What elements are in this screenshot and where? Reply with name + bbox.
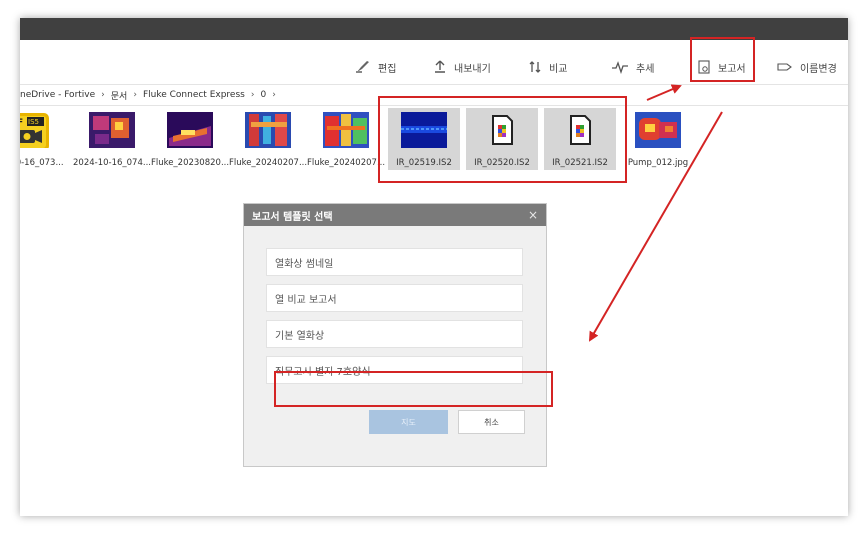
- annotation-arrow-to-report: [646, 84, 682, 101]
- annotation-arrows: [588, 84, 723, 342]
- annotation-arrow-to-dialog: [588, 111, 723, 342]
